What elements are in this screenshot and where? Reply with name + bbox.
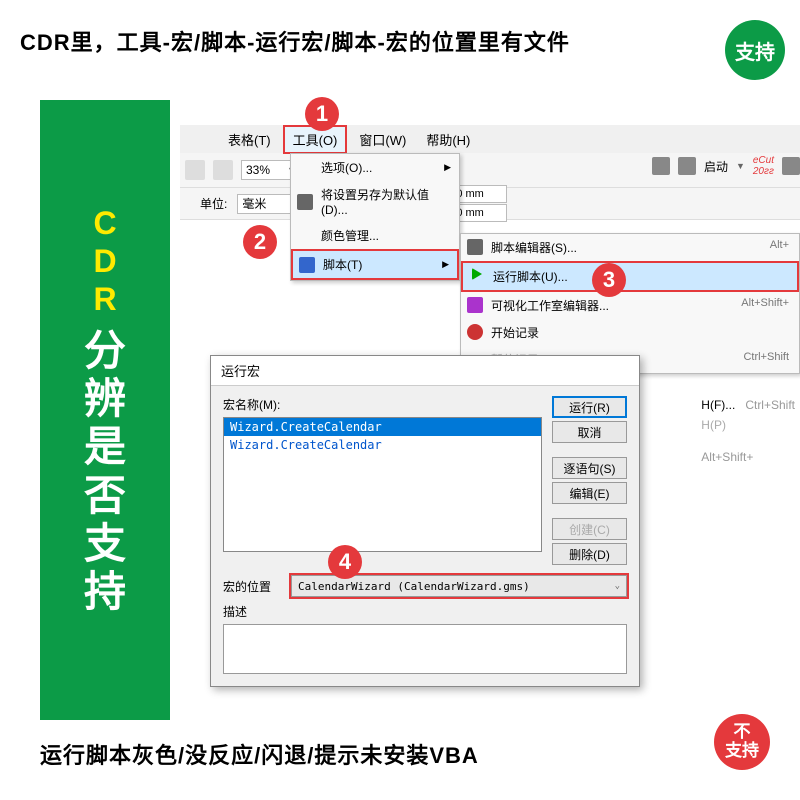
bottom-instruction: 运行脚本灰色/没反应/闪退/提示未安装VBA: [40, 738, 479, 770]
gear-icon: [297, 194, 313, 210]
dim-input-2[interactable]: [452, 204, 507, 222]
script-icon: [299, 257, 315, 273]
left-banner: C D R 分 辨 是 否 支 持: [40, 100, 170, 720]
tool-icon[interactable]: [678, 157, 696, 175]
macro-name-label: 宏名称(M):: [223, 396, 542, 413]
vs-icon: [467, 297, 483, 313]
banner-chinese: 分 辨 是 否 支 持: [84, 327, 126, 617]
submenu-run-script[interactable]: 运行脚本(U)...: [461, 261, 799, 292]
marker-4: 4: [328, 545, 362, 579]
tools-dropdown: 选项(O)... ▶ 将设置另存为默认值(D)... 颜色管理... 脚本(T)…: [290, 153, 460, 281]
chevron-right-icon: ▶: [444, 162, 451, 173]
record-icon: [467, 324, 483, 340]
menu-scripts[interactable]: 脚本(T) ▶: [291, 249, 459, 280]
marker-1: 1: [305, 97, 339, 131]
toolbar-icon[interactable]: [185, 160, 205, 180]
launch-label[interactable]: 启动: [704, 158, 728, 175]
toolbar-right: 启动 ▼ eCut20ƨƨ: [652, 155, 800, 177]
scripts-submenu: 脚本编辑器(S)... Alt+ 运行脚本(U)... 可视化工作室编辑器...…: [460, 233, 800, 374]
pencil-icon: [467, 239, 483, 255]
description-label: 描述: [223, 603, 283, 620]
ext-shortcut: Alt+Shift+: [701, 435, 795, 479]
chevron-down-icon: ⌄: [615, 581, 620, 591]
cdr-label: C D R: [93, 204, 116, 319]
menu-help[interactable]: 帮助(H): [418, 127, 478, 152]
menu-save-default[interactable]: 将设置另存为默认值(D)...: [291, 181, 459, 222]
edit-button[interactable]: 编辑(E): [552, 482, 627, 504]
step-button[interactable]: 逐语句(S): [552, 457, 627, 479]
app-screenshot: 表格(T) 工具(O) 窗口(W) 帮助(H) 33% ▼ 启动 ▼ eCut2…: [180, 125, 800, 720]
menu-options[interactable]: 选项(O)... ▶: [291, 154, 459, 181]
support-badge: 支持: [725, 20, 785, 80]
menu-color-mgmt[interactable]: 颜色管理...: [291, 222, 459, 249]
submenu-start-record[interactable]: 开始记录: [461, 319, 799, 346]
letter-d: D: [93, 242, 116, 280]
dim-input-1[interactable]: [452, 185, 507, 203]
marker-3: 3: [592, 263, 626, 297]
toolbar-units: 单位: 毫米: [180, 188, 800, 220]
menu-table[interactable]: 表格(T): [220, 127, 279, 152]
ecut-logo: eCut20ƨƨ: [753, 155, 774, 177]
unit-select[interactable]: 毫米: [237, 194, 292, 214]
menubar: 表格(T) 工具(O) 窗口(W) 帮助(H): [180, 125, 800, 153]
list-item-selected[interactable]: Wizard.CreateCalendar: [224, 418, 541, 436]
location-label: 宏的位置: [223, 578, 283, 595]
tool-icon[interactable]: [782, 157, 800, 175]
letter-c: C: [93, 204, 116, 242]
ext-item[interactable]: H(F)... Ctrl+Shift: [701, 395, 795, 415]
toolbar-main: 33% ▼ 启动 ▼ eCut20ƨƨ: [180, 153, 800, 188]
create-button: 创建(C): [552, 518, 627, 540]
grid-icon[interactable]: [652, 157, 670, 175]
submenu-editor[interactable]: 脚本编辑器(S)... Alt+: [461, 234, 799, 261]
run-macro-dialog: 运行宏 宏名称(M): Wizard.CreateCalendar Wizard…: [210, 355, 640, 687]
play-icon: [472, 268, 482, 280]
list-item[interactable]: Wizard.CreateCalendar: [224, 436, 541, 454]
ext-item-disabled: H(P): [701, 415, 795, 435]
delete-button[interactable]: 删除(D): [552, 543, 627, 565]
letter-r: R: [93, 280, 116, 318]
macro-listbox[interactable]: Wizard.CreateCalendar Wizard.CreateCalen…: [223, 417, 542, 552]
marker-2: 2: [243, 225, 277, 259]
submenu-vs-editor[interactable]: 可视化工作室编辑器... Alt+Shift+: [461, 292, 799, 319]
cancel-button[interactable]: 取消: [552, 421, 627, 443]
description-box[interactable]: [223, 624, 627, 674]
menu-window[interactable]: 窗口(W): [351, 127, 414, 152]
toolbar-icon[interactable]: [213, 160, 233, 180]
unit-label: 单位:: [200, 195, 227, 212]
dialog-title: 运行宏: [211, 356, 639, 386]
run-button[interactable]: 运行(R): [552, 396, 627, 418]
not-support-badge: 不 支持: [714, 714, 770, 770]
chevron-right-icon: ▶: [442, 259, 449, 270]
top-instruction: CDR里，工具-宏/脚本-运行宏/脚本-宏的位置里有文件: [0, 0, 800, 72]
